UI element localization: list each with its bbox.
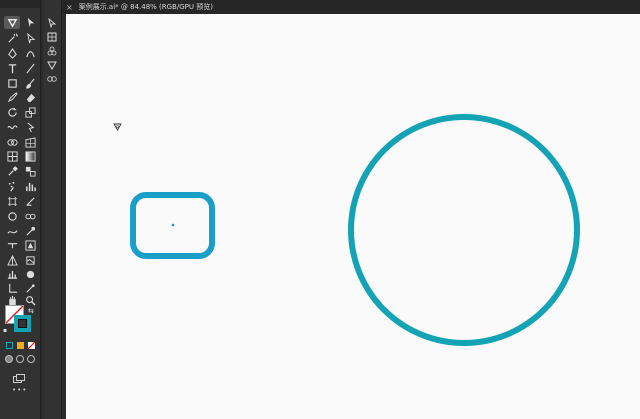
- live-paint-icon[interactable]: [22, 239, 38, 252]
- center-anchor-point: [171, 223, 175, 227]
- rectangle-icon[interactable]: [4, 77, 20, 90]
- smooth-tool-icon[interactable]: [4, 225, 20, 238]
- shape-builder-icon[interactable]: [4, 136, 20, 149]
- document-tab-title: 案例展示.ai* @ 84.48% (RGB/GPU 预览): [78, 3, 213, 11]
- document-tab-bar: × 案例展示.ai* @ 84.48% (RGB/GPU 预览): [62, 0, 640, 14]
- direct-select-icon[interactable]: [46, 17, 58, 29]
- draw-normal-icon[interactable]: [5, 355, 13, 363]
- type-icon[interactable]: [4, 62, 20, 75]
- join-tool-icon[interactable]: [4, 239, 20, 252]
- ellipse-tool-icon[interactable]: [4, 210, 20, 223]
- column-graph-icon[interactable]: [22, 180, 38, 193]
- draw-behind-icon[interactable]: [16, 355, 24, 363]
- perspective-icon[interactable]: [22, 136, 38, 149]
- paintbrush-icon[interactable]: [22, 77, 38, 90]
- blob-brush-icon[interactable]: [22, 268, 38, 281]
- rotate-icon[interactable]: [4, 106, 20, 119]
- tools-panel: ⇆ ▪ •••: [0, 0, 41, 419]
- edit-toolbar-button[interactable]: •••: [12, 386, 27, 394]
- line-icon[interactable]: [22, 62, 38, 75]
- width-tool-icon[interactable]: [22, 210, 38, 223]
- close-tab-icon[interactable]: ×: [66, 3, 73, 12]
- gradient-mode-icon[interactable]: [17, 342, 24, 349]
- curvature-icon[interactable]: [22, 47, 38, 60]
- puppet-warp-icon[interactable]: [22, 225, 38, 238]
- zoom-icon[interactable]: [22, 294, 38, 307]
- stroke-swatch[interactable]: [14, 315, 31, 332]
- selection-icon[interactable]: [22, 16, 38, 29]
- artboard-icon[interactable]: [4, 195, 20, 208]
- warp-icon[interactable]: [4, 121, 20, 134]
- cursor-shaper-icon: [113, 123, 122, 131]
- swap-colors-icon[interactable]: ⇆: [28, 307, 34, 315]
- chart-3d-icon[interactable]: [4, 268, 20, 281]
- document-tab[interactable]: × 案例展示.ai* @ 84.48% (RGB/GPU 预览): [66, 0, 213, 14]
- screen-mode-icon[interactable]: [13, 368, 25, 383]
- none-mode-icon[interactable]: [28, 342, 35, 349]
- eraser-icon[interactable]: [22, 91, 38, 104]
- color-mode-icon[interactable]: [6, 342, 13, 349]
- gradient-icon[interactable]: [22, 150, 38, 163]
- pen-icon[interactable]: [4, 47, 20, 60]
- link-shapes-icon[interactable]: [46, 73, 58, 85]
- artwork: [113, 114, 580, 346]
- symbol-sprayer-icon[interactable]: [4, 180, 20, 193]
- mesh-icon[interactable]: [4, 150, 20, 163]
- eyedropper-icon[interactable]: [4, 165, 20, 178]
- free-transform-icon[interactable]: [22, 121, 38, 134]
- secondary-tools-panel: [43, 0, 62, 419]
- shaper-pencil-icon[interactable]: [4, 91, 20, 104]
- direct-selection-icon[interactable]: [22, 32, 38, 45]
- default-colors-icon[interactable]: ▪: [3, 327, 7, 334]
- three-circles-icon[interactable]: [46, 45, 58, 57]
- slice-icon[interactable]: [22, 195, 38, 208]
- grid-icon[interactable]: [46, 31, 58, 43]
- shaper-alt-icon[interactable]: [46, 59, 58, 71]
- crop-image-icon[interactable]: [22, 254, 38, 267]
- draw-inside-icon[interactable]: [27, 355, 35, 363]
- magic-wand-icon[interactable]: [4, 32, 20, 45]
- scale-icon[interactable]: [22, 106, 38, 119]
- artboard-canvas[interactable]: [66, 14, 640, 419]
- live-paint-selection-icon[interactable]: [4, 254, 20, 267]
- shaper-icon[interactable]: [4, 16, 20, 29]
- tools-panel-header[interactable]: [0, 0, 40, 8]
- large-circle-shape[interactable]: [348, 114, 580, 346]
- blend-icon[interactable]: [22, 165, 38, 178]
